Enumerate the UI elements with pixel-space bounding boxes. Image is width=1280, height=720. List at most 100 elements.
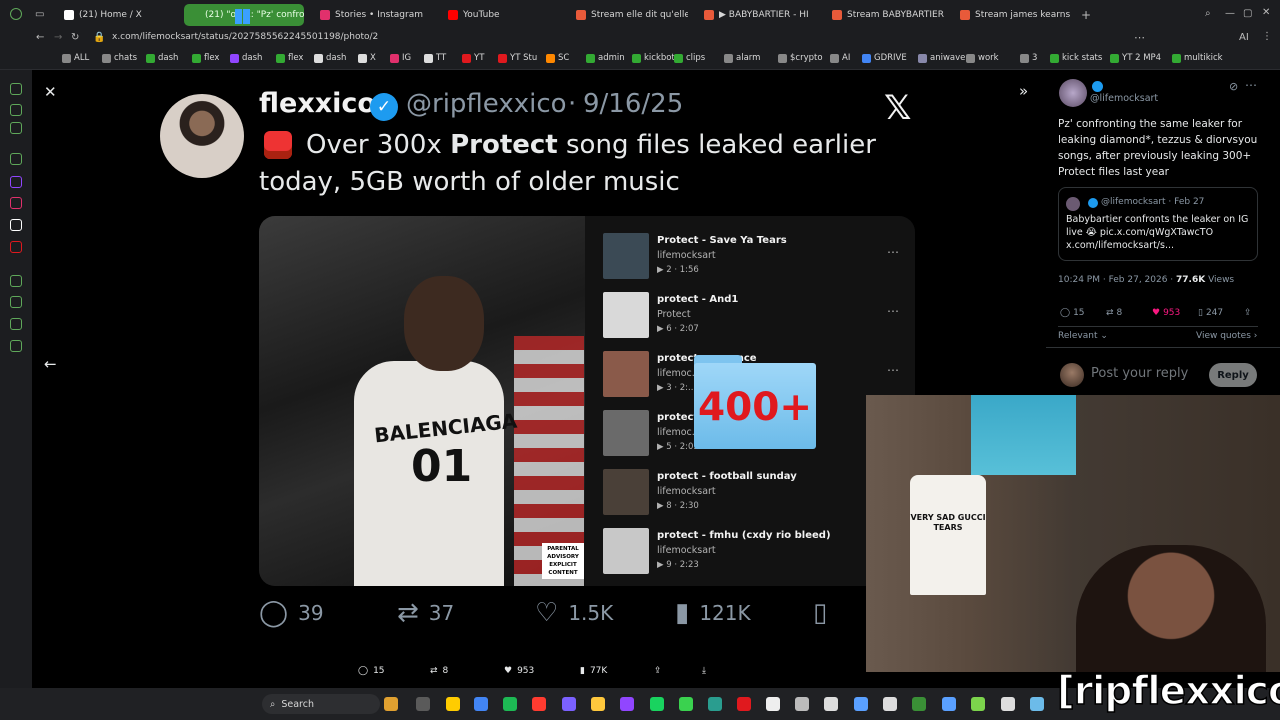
taskbar-app-icon[interactable]	[474, 697, 488, 711]
url-input[interactable]: x.com/lifemocksart/status/20275855622455…	[112, 32, 378, 42]
close-window-icon[interactable]: ✕	[1262, 7, 1270, 18]
display-name[interactable]: flexxico	[259, 88, 376, 119]
sort-dropdown[interactable]: Relevant ⌄	[1058, 331, 1108, 341]
views-button[interactable]: ▮ 77K	[580, 666, 607, 676]
taskbar-app-icon[interactable]	[384, 697, 398, 711]
taskbar-app-icon[interactable]	[446, 697, 460, 711]
taskbar-app-icon[interactable]	[1001, 697, 1015, 711]
tweet-image[interactable]: BALENCIAGA 01 PARENTAL ADVISORY EXPLICIT…	[259, 216, 915, 586]
bookmark-item[interactable]: ALL	[62, 53, 89, 63]
taskbar-app-icon[interactable]	[737, 697, 751, 711]
bookmark-button[interactable]: ▯	[813, 598, 827, 628]
taskbar-search[interactable]: ⌕ Search	[262, 694, 380, 714]
retweet-button[interactable]: ⇄ 8	[1106, 308, 1122, 318]
puzzle-icon[interactable]	[10, 318, 22, 330]
bookmark-item[interactable]: IG	[390, 53, 411, 63]
tab[interactable]: Stream james kearns (hoff	[954, 4, 1072, 26]
tab[interactable]: Stories • Instagram	[314, 4, 432, 26]
taskbar-app-icon[interactable]	[795, 697, 809, 711]
reload-icon[interactable]: ↻	[71, 32, 79, 43]
avatar[interactable]	[1059, 79, 1087, 107]
sidebar-icon[interactable]	[10, 83, 22, 95]
workspace-icon[interactable]: ▭	[35, 9, 44, 20]
taskbar-app-icon[interactable]	[562, 697, 576, 711]
expand-panel-icon[interactable]: »	[1019, 82, 1028, 100]
more-icon[interactable]: ⋯	[1245, 78, 1257, 92]
playlist-item[interactable]: protect - And1 Protect ▶ 6 · 2:07 ⋯	[603, 292, 899, 344]
sidebar-icon[interactable]	[10, 104, 22, 116]
download-button[interactable]: ⤓	[702, 666, 706, 676]
bookmark-item[interactable]: admin	[586, 53, 625, 63]
bookmark-item[interactable]: AI	[830, 53, 850, 63]
bookmark-item[interactable]: $crypto	[778, 53, 823, 63]
x-icon[interactable]	[10, 219, 22, 231]
bookmark-button[interactable]: ▯ 247	[1198, 308, 1223, 318]
playlist-item[interactable]: Protect - Save Ya Tears lifemocksart ▶ 2 ·…	[603, 233, 899, 285]
bookmark-item[interactable]: dash	[146, 53, 178, 63]
taskbar-app-icon[interactable]	[854, 697, 868, 711]
taskbar-app-icon[interactable]	[1030, 697, 1044, 711]
taskbar-app-icon[interactable]	[708, 697, 722, 711]
bookmark-item[interactable]: work	[966, 53, 999, 63]
taskbar-app-icon[interactable]	[503, 697, 517, 711]
user-avatar[interactable]	[1060, 363, 1084, 387]
clock-icon[interactable]	[10, 296, 22, 308]
tab[interactable]: YouTube	[442, 4, 552, 26]
youtube-icon[interactable]	[10, 241, 22, 253]
instagram-icon[interactable]	[10, 197, 22, 209]
handle[interactable]: @ripflexxico	[406, 89, 567, 119]
bookmark-item[interactable]: dash	[314, 53, 346, 63]
tab[interactable]: Stream BABYBARTIER - V	[826, 4, 944, 26]
taskbar-app-icon[interactable]	[679, 697, 693, 711]
taskbar-app-icon[interactable]	[824, 697, 838, 711]
taskbar-app-icon[interactable]	[942, 697, 956, 711]
reply-button[interactable]: ◯ 39	[259, 598, 324, 628]
settings-icon[interactable]	[10, 340, 22, 352]
taskbar-app-icon[interactable]	[912, 697, 926, 711]
tab[interactable]: (21) Home / X	[58, 4, 176, 26]
extensions-icon[interactable]: ⋯	[1134, 31, 1145, 44]
taskbar-app-icon[interactable]	[416, 697, 430, 711]
bookmark-item[interactable]: multikick	[1172, 53, 1223, 63]
more-icon[interactable]: ⋯	[887, 304, 899, 318]
reply-submit-button[interactable]: Reply	[1209, 363, 1257, 387]
reply-button[interactable]: ◯ 15	[1060, 308, 1085, 318]
taskbar-app-icon[interactable]	[971, 697, 985, 711]
bookmark-item[interactable]: aniwave	[918, 53, 965, 63]
taskbar-app-icon[interactable]	[620, 697, 634, 711]
maximize-icon[interactable]: ▢	[1243, 8, 1252, 19]
new-tab-icon[interactable]: +	[1081, 8, 1091, 22]
bookmark-item[interactable]: YT 2 MP4	[1110, 53, 1161, 63]
ai-button[interactable]: AI	[1239, 32, 1249, 43]
share-button[interactable]: ⇪	[654, 666, 662, 676]
more-icon[interactable]: ⋯	[887, 363, 899, 377]
like-button[interactable]: ♡ 1.5K	[535, 598, 613, 628]
taskbar-app-icon[interactable]	[532, 697, 546, 711]
sidebar-icon[interactable]	[10, 153, 22, 165]
bookmark-item[interactable]: SC	[546, 53, 569, 63]
playlist-item[interactable]: protect - fmhu (cxdy rio bleed) lifemocks…	[603, 528, 893, 580]
reply-input[interactable]: Post your reply	[1091, 366, 1188, 381]
bookmark-item[interactable]: alarm	[724, 53, 760, 63]
grok-icon[interactable]: ⊘	[1229, 80, 1238, 93]
back-icon[interactable]: ←	[36, 32, 44, 43]
bookmark-item[interactable]: kick stats	[1050, 53, 1102, 63]
bookmark-item[interactable]: chats	[102, 53, 137, 63]
bookmark-item[interactable]: dash	[230, 53, 262, 63]
twitch-icon[interactable]	[10, 176, 22, 188]
more-icon[interactable]: ⋯	[887, 245, 899, 259]
previous-arrow-icon[interactable]: ←	[44, 355, 57, 373]
taskbar-app-icon[interactable]	[650, 697, 664, 711]
bookmark-item[interactable]: flex	[192, 53, 219, 63]
bookmark-item[interactable]: YT	[462, 53, 484, 63]
tab[interactable]: ▶ BABYBARTIER - HI	[698, 4, 816, 26]
like-button[interactable]: ♥ 953	[504, 666, 534, 676]
taskbar-app-icon[interactable]	[883, 697, 897, 711]
tab[interactable]: Stream elle dit qu'elle trou	[570, 4, 688, 26]
sidebar-icon[interactable]	[10, 122, 22, 134]
view-quotes-link[interactable]: View quotes ›	[1196, 331, 1257, 341]
playlist-item[interactable]: protect - football sunday lifemocksart ▶ 8…	[603, 469, 893, 521]
taskbar-app-icon[interactable]	[591, 697, 605, 711]
forward-icon[interactable]: →	[54, 32, 62, 43]
bookmark-item[interactable]: YT Stu	[498, 53, 537, 63]
